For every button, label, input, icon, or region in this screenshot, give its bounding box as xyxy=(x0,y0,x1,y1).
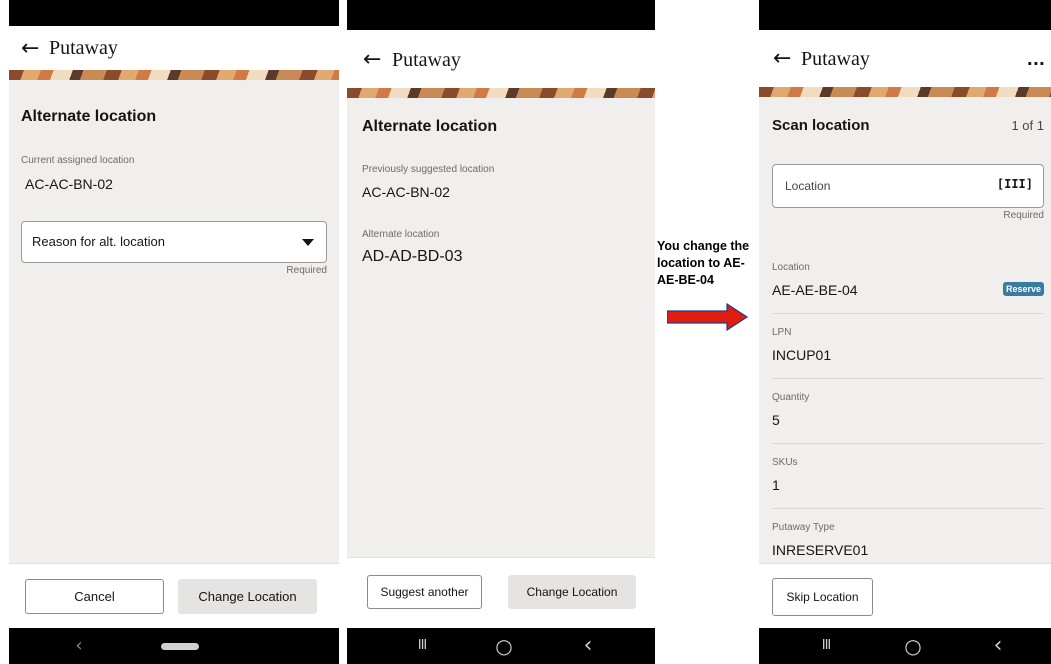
decorative-banner xyxy=(9,70,339,80)
detail-value: INCUP01 xyxy=(772,347,832,363)
detail-row-quantity: Quantity 5 xyxy=(772,392,1044,428)
system-nav-bar: ‹ xyxy=(9,628,339,664)
cancel-button[interactable]: Cancel xyxy=(25,579,164,614)
phone-screen-2: ← Putaway Alternate location Previously … xyxy=(347,0,655,664)
action-bar: Suggest another Change Location xyxy=(347,557,655,628)
pager-indicator: 1 of 1 xyxy=(1011,118,1044,133)
detail-label: Putaway Type xyxy=(772,522,835,533)
previous-location-value: AC-AC-BN-02 xyxy=(362,184,450,200)
more-options-icon[interactable]: ... xyxy=(1027,50,1045,69)
required-hint: Required xyxy=(286,265,327,276)
previous-location-label: Previously suggested location xyxy=(362,164,495,175)
detail-label: Quantity xyxy=(772,392,810,403)
action-bar: Skip Location xyxy=(759,563,1051,628)
annotation-text: You change the location to AE-AE-BE-04 xyxy=(657,239,750,287)
right-arrow-icon xyxy=(667,303,749,331)
divider xyxy=(772,508,1044,509)
change-location-button[interactable]: Change Location xyxy=(508,575,636,609)
nav-home-icon[interactable]: ○ xyxy=(489,628,519,664)
location-input[interactable]: Location [III] xyxy=(772,164,1044,208)
header-title: Putaway xyxy=(392,49,461,71)
detail-row-lpn: LPN INCUP01 xyxy=(772,327,1044,363)
divider xyxy=(772,313,1044,314)
page-title: Alternate location xyxy=(21,108,157,125)
detail-label: LPN xyxy=(772,327,792,338)
suggest-another-button[interactable]: Suggest another xyxy=(367,575,482,609)
decorative-banner xyxy=(347,88,655,98)
alternate-location-label: Alternate location xyxy=(362,229,440,240)
back-arrow-icon[interactable]: ← xyxy=(363,49,381,71)
detail-label: Location xyxy=(772,262,810,273)
detail-label: SKUs xyxy=(772,457,798,468)
detail-value: 1 xyxy=(772,477,780,493)
reserve-badge: Reserve xyxy=(1002,282,1044,296)
dropdown-caret-icon xyxy=(302,239,314,246)
status-bar xyxy=(759,0,1051,30)
header-title: Putaway xyxy=(49,37,118,59)
phone-screen-3: ← Putaway ... Scan location 1 of 1 Locat… xyxy=(759,0,1051,664)
app-header: ← Putaway ... xyxy=(759,30,1051,87)
divider xyxy=(772,443,1044,444)
page-title: Scan location xyxy=(772,117,870,134)
nav-recents-icon[interactable]: III xyxy=(407,628,437,664)
detail-value: INRESERVE01 xyxy=(772,542,869,558)
detail-value: 5 xyxy=(772,412,780,428)
reason-placeholder: Reason for alt. location xyxy=(32,234,165,249)
app-header: ← Putaway xyxy=(9,26,339,70)
change-location-button[interactable]: Change Location xyxy=(178,579,317,614)
decorative-banner xyxy=(759,87,1051,97)
action-bar: Cancel Change Location xyxy=(9,563,339,628)
detail-row-putaway-type: Putaway Type INRESERVE01 xyxy=(772,522,1044,558)
back-arrow-icon[interactable]: ← xyxy=(21,38,39,60)
nav-home-icon[interactable]: ○ xyxy=(898,628,928,664)
back-arrow-icon[interactable]: ← xyxy=(773,48,791,70)
home-pill-icon[interactable] xyxy=(161,643,199,650)
system-nav-bar: III ○ ‹ xyxy=(347,628,655,664)
barcode-scan-icon[interactable]: [III] xyxy=(997,177,1033,191)
status-bar xyxy=(347,0,655,30)
required-hint: Required xyxy=(1003,210,1044,221)
nav-back-icon[interactable]: ‹ xyxy=(573,628,603,664)
current-location-label: Current assigned location xyxy=(21,155,135,166)
status-bar xyxy=(9,0,339,26)
system-nav-bar: III ○ ‹ xyxy=(759,628,1051,664)
detail-row-skus: SKUs 1 xyxy=(772,457,1044,493)
page-title: Alternate location xyxy=(362,118,498,135)
current-location-value: AC-AC-BN-02 xyxy=(25,176,113,192)
skip-location-button[interactable]: Skip Location xyxy=(772,578,873,616)
header-title: Putaway xyxy=(801,48,870,70)
location-placeholder: Location xyxy=(785,179,831,193)
app-header: ← Putaway xyxy=(347,30,655,88)
divider xyxy=(772,378,1044,379)
nav-back-icon[interactable]: ‹ xyxy=(983,628,1013,664)
nav-back-icon[interactable]: ‹ xyxy=(64,628,94,664)
phone-screen-1: ← Putaway Alternate location Current ass… xyxy=(9,0,339,664)
alternate-location-value: AD-AD-BD-03 xyxy=(362,248,463,265)
nav-recents-icon[interactable]: III xyxy=(811,628,841,664)
reason-select[interactable]: Reason for alt. location xyxy=(21,221,327,263)
